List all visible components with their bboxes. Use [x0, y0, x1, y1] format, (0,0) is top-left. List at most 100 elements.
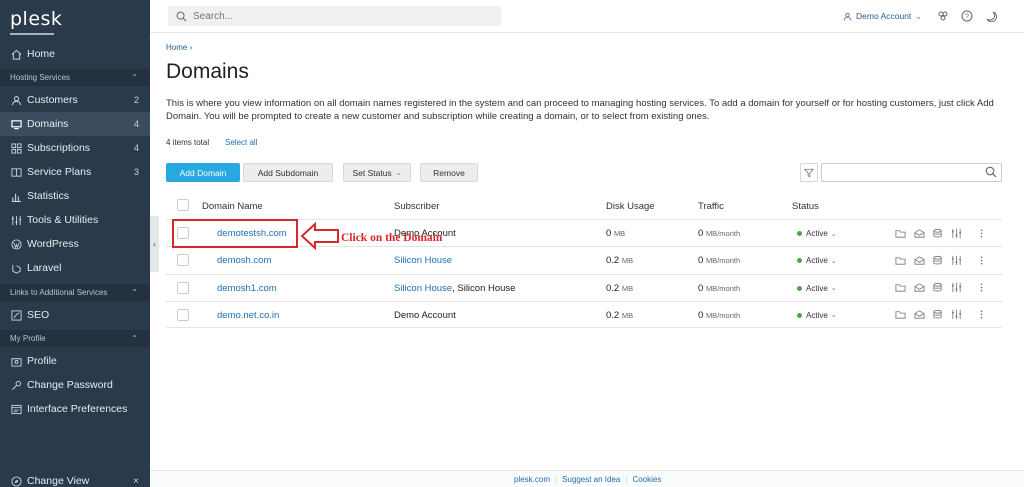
section-hosting-services[interactable]: Hosting Services ⌃ — [0, 69, 150, 86]
footer-link-cookies[interactable]: Cookies — [627, 475, 666, 484]
sidebar-item-service-plans[interactable]: Service Plans 3 — [0, 160, 150, 184]
add-subdomain-button[interactable]: Add Subdomain — [243, 163, 333, 182]
settings-sliders-icon[interactable] — [950, 282, 962, 294]
settings-sliders-icon[interactable] — [950, 309, 962, 321]
sidebar-item-subscriptions[interactable]: Subscriptions 4 — [0, 136, 150, 160]
subscriber-link[interactable]: Silicon House — [394, 255, 452, 266]
disk-value: 0.2 — [606, 282, 620, 294]
mail-icon[interactable] — [913, 309, 925, 321]
section-label: Links to Additional Services — [10, 288, 108, 297]
folder-icon[interactable] — [894, 254, 906, 266]
settings-sliders-icon[interactable] — [950, 254, 962, 266]
sidebar-item-domains[interactable]: Domains 4 — [0, 112, 150, 136]
breadcrumb-home[interactable]: Home — [166, 43, 187, 52]
chevron-down-icon: ⌄ — [395, 169, 402, 177]
set-status-button[interactable]: Set Status ⌄ — [343, 163, 411, 182]
status-dot-icon — [797, 285, 802, 291]
sidebar-item-laravel[interactable]: Laravel — [0, 256, 150, 280]
section-links-additional[interactable]: Links to Additional Services ⌃ — [0, 284, 150, 301]
account-menu[interactable]: Demo Account ⌄ — [843, 11, 922, 21]
list-search-input[interactable] — [821, 163, 1002, 182]
search-placeholder: Search... — [193, 10, 234, 22]
sidebar-item-interface-preferences[interactable]: Interface Preferences — [0, 397, 150, 421]
close-icon[interactable]: × — [133, 476, 139, 487]
more-vertical-icon[interactable] — [975, 309, 987, 321]
section-label: Hosting Services — [10, 73, 71, 82]
sidebar-item-tools[interactable]: Tools & Utilities — [0, 208, 150, 232]
database-icon[interactable] — [931, 282, 943, 294]
sidebar-item-change-password[interactable]: Change Password — [0, 373, 150, 397]
folder-icon[interactable] — [894, 309, 906, 321]
sidebar-item-home[interactable]: Home — [0, 42, 150, 66]
filter-button[interactable] — [800, 163, 818, 182]
annotation-highlight-box — [172, 219, 298, 248]
add-domain-button[interactable]: Add Domain — [166, 163, 240, 182]
settings-sliders-icon[interactable] — [950, 227, 962, 239]
row-checkbox[interactable] — [177, 281, 189, 294]
section-my-profile[interactable]: My Profile ⌃ — [0, 330, 150, 347]
night-mode-icon[interactable] — [984, 9, 998, 23]
sidebar-item-label: WordPress — [27, 238, 79, 250]
folder-icon[interactable] — [894, 282, 906, 294]
more-vertical-icon[interactable] — [975, 282, 987, 294]
footer-link-suggest[interactable]: Suggest an Idea — [557, 475, 625, 484]
status-dot-icon — [797, 231, 802, 236]
search-icon — [176, 11, 187, 21]
row-checkbox[interactable] — [177, 308, 189, 321]
sidebar-item-statistics[interactable]: Statistics — [0, 184, 150, 208]
key-icon — [10, 379, 22, 391]
more-vertical-icon[interactable] — [975, 254, 987, 266]
database-icon[interactable] — [931, 227, 943, 239]
traffic-unit: MB/month — [705, 229, 741, 238]
footer-link-plesk[interactable]: plesk.com — [509, 475, 555, 484]
chevron-down-icon: ⌄ — [830, 312, 837, 320]
header-status[interactable]: Status — [792, 201, 819, 212]
sidebar-item-change-view[interactable]: Change View × — [0, 469, 150, 487]
filter-icon — [804, 168, 814, 177]
header-domain-name[interactable]: Domain Name — [202, 201, 263, 212]
domain-link[interactable]: demosh1.com — [217, 283, 277, 294]
status-dropdown[interactable]: Active ⌄ — [797, 311, 837, 320]
traffic-cell: 0 MB/month — [698, 228, 740, 239]
annotation-arrow-icon — [300, 221, 339, 251]
mail-icon[interactable] — [913, 227, 925, 239]
status-dropdown[interactable]: Active ⌄ — [797, 284, 837, 293]
topbar: Search... Demo Account ⌄ ? — [150, 0, 1024, 33]
breadcrumb[interactable]: Home › — [166, 43, 192, 52]
domain-link[interactable]: demo.net.co.in — [217, 310, 279, 321]
sidebar-item-profile[interactable]: Profile — [0, 349, 150, 373]
sidebar-item-wordpress[interactable]: WordPress — [0, 232, 150, 256]
plesk-logo[interactable]: plesk — [10, 8, 62, 30]
folder-icon[interactable] — [894, 227, 906, 239]
mail-icon[interactable] — [913, 282, 925, 294]
row-checkbox[interactable] — [177, 254, 189, 267]
bar-chart-icon — [10, 190, 22, 202]
header-subscriber[interactable]: Subscriber — [394, 201, 439, 212]
more-vertical-icon[interactable] — [975, 227, 987, 239]
sidebar-item-customers[interactable]: Customers 2 — [0, 88, 150, 112]
sidebar-item-label: Change View — [27, 475, 90, 487]
status-dropdown[interactable]: Active ⌄ — [797, 229, 837, 238]
remove-button[interactable]: Remove — [420, 163, 478, 182]
database-icon[interactable] — [931, 254, 943, 266]
header-traffic[interactable]: Traffic — [698, 201, 724, 212]
select-all-link[interactable]: Select all — [225, 138, 257, 147]
mail-icon[interactable] — [913, 254, 925, 266]
collapse-sidebar-button[interactable]: ‹ — [150, 216, 159, 272]
extensions-icon[interactable] — [936, 9, 950, 23]
traffic-value: 0 — [698, 282, 704, 294]
status-dropdown[interactable]: Active ⌄ — [797, 256, 837, 265]
subscriber-link[interactable]: Silicon House — [394, 283, 452, 294]
status-label: Active — [806, 310, 828, 320]
search-input[interactable]: Search... — [168, 6, 501, 26]
sidebar-item-seo[interactable]: SEO — [0, 303, 150, 327]
help-icon[interactable]: ? — [960, 9, 974, 23]
domain-link[interactable]: demosh.com — [217, 255, 271, 266]
database-icon[interactable] — [931, 309, 943, 321]
select-all-checkbox[interactable] — [177, 199, 189, 211]
chevron-right-icon: › — [189, 43, 193, 52]
tools-icon — [10, 214, 22, 226]
header-disk-usage[interactable]: Disk Usage — [606, 201, 655, 212]
disk-value: 0.2 — [606, 255, 620, 267]
disk-usage-cell: 0.2 MB — [606, 283, 633, 294]
